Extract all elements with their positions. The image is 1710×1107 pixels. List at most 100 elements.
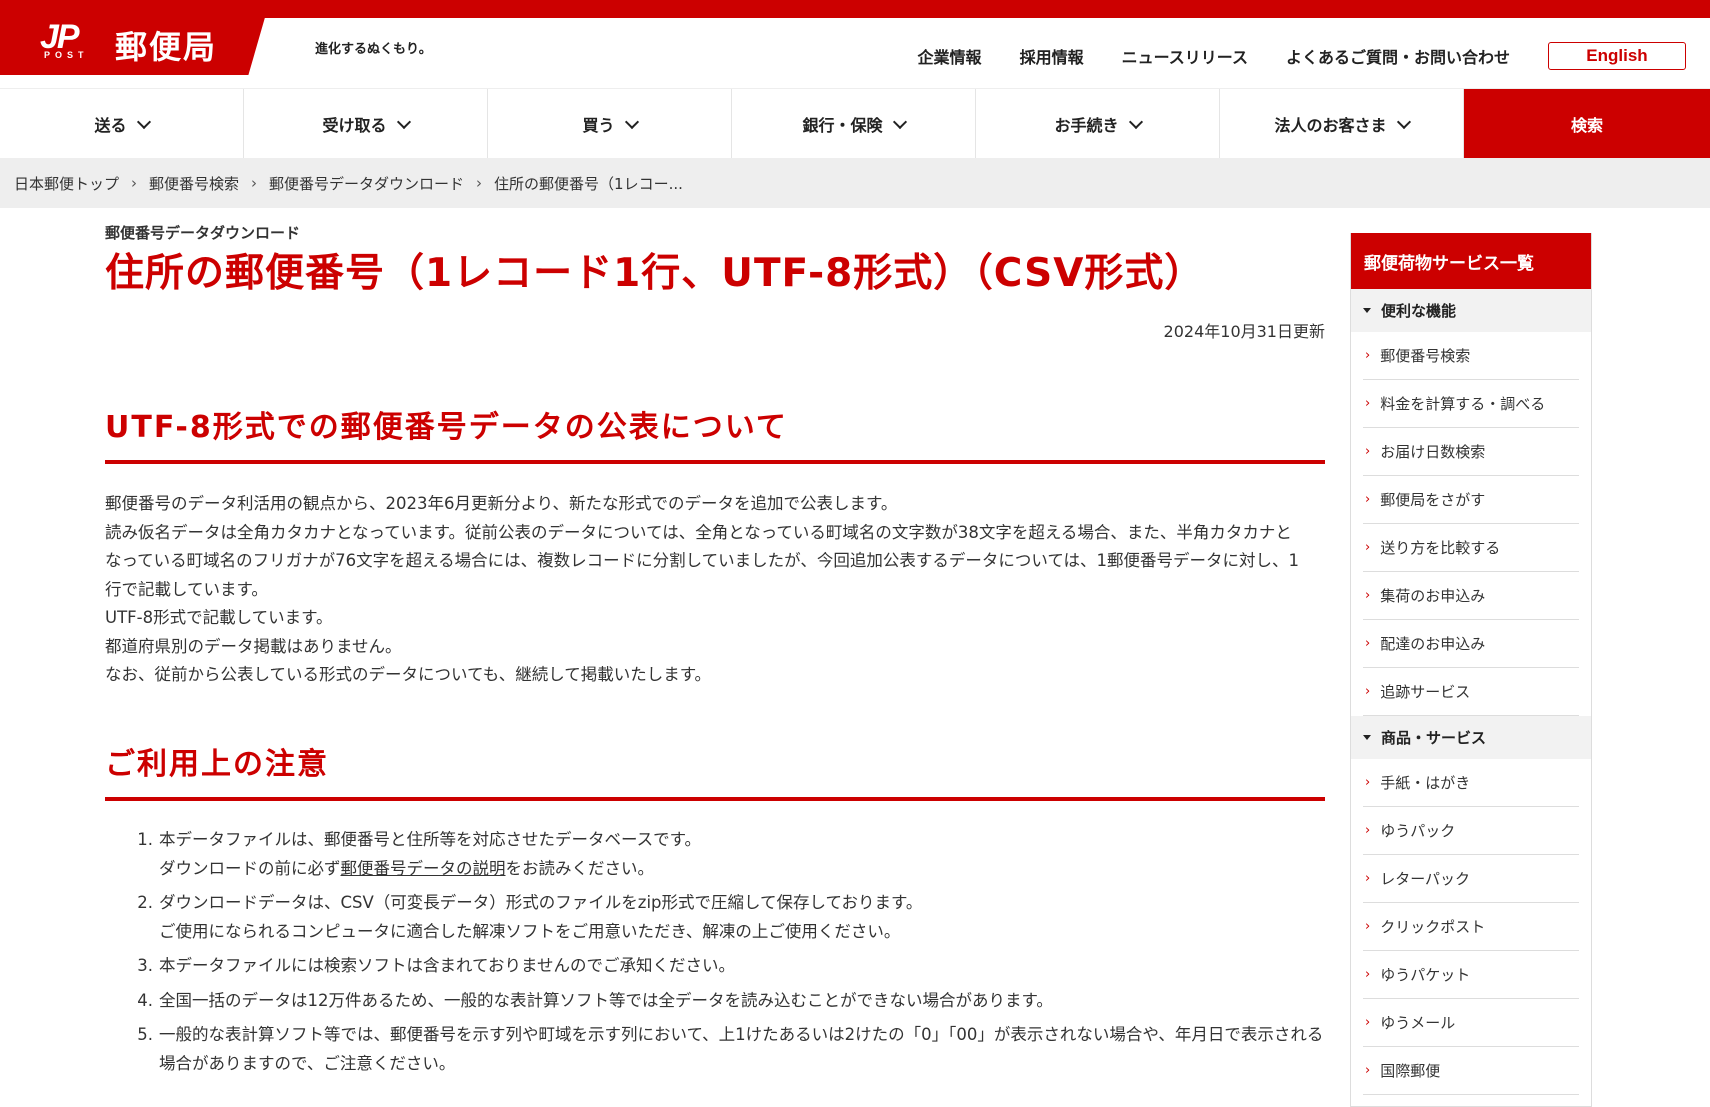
nav-item-receive[interactable]: 受け取る <box>244 89 488 159</box>
chevron-down-icon <box>1128 114 1143 129</box>
nav-label: 法人のお客さま <box>1274 116 1387 135</box>
list-item: 5. 一般的な表計算ソフト等では、郵便番号を示す列や町域を示す列において、上1け… <box>105 1021 1325 1078</box>
sidebar-item-label: 集荷のお申込み <box>1380 587 1486 605</box>
sidebar-item-label: 送り方を比較する <box>1380 539 1501 557</box>
breadcrumb-zipcode-download[interactable]: 郵便番号データダウンロード <box>269 173 464 194</box>
utility-link-corporate[interactable]: 企業情報 <box>918 44 982 68</box>
logo-link[interactable]: JP POST 郵便局 <box>0 0 270 75</box>
chevron-right-icon: › <box>1365 919 1371 934</box>
list-text: 本データファイルは、郵便番号と住所等を対応させたデータベースです。 ダウンロード… <box>159 826 1325 883</box>
list-item: 3. 本データファイルには検索ソフトは含まれておりませんのでご承知ください。 <box>105 952 1325 981</box>
nav-item-bank-insurance[interactable]: 銀行・保険 <box>732 89 976 159</box>
list-text: ダウンロードデータは、CSV（可変長データ）形式のファイルをzip形式で圧縮して… <box>159 889 1325 946</box>
breadcrumb-chevron-icon: › <box>476 174 483 192</box>
sidebar-item-label: ゆうパケット <box>1380 966 1471 984</box>
utility-link-faq[interactable]: よくあるご質問・お問い合わせ <box>1286 44 1510 68</box>
note-line: 本データファイルは、郵便番号と住所等を対応させたデータベースです。 <box>159 830 702 849</box>
sidebar-item-label: 郵便番号検索 <box>1380 347 1471 365</box>
sidebar-item-yupack[interactable]: › ゆうパック <box>1363 807 1579 855</box>
nav-item-send[interactable]: 送る <box>0 89 244 159</box>
breadcrumb: 日本郵便トップ › 郵便番号検索 › 郵便番号データダウンロード › 住所の郵便… <box>0 158 1710 208</box>
utility-link-recruit[interactable]: 採用情報 <box>1020 44 1084 68</box>
search-button[interactable]: 検索 <box>1464 89 1710 159</box>
utility-nav: 企業情報 採用情報 ニュースリリース よくあるご質問・お問い合わせ Englis… <box>880 42 1686 70</box>
nav-item-buy[interactable]: 買う <box>488 89 732 159</box>
logo-name: 郵便局 <box>115 28 218 66</box>
chevron-down-icon <box>892 114 907 129</box>
note-line: をお読みください。 <box>505 858 655 878</box>
triangle-down-icon <box>1363 308 1371 313</box>
logo-post-text: POST <box>44 50 89 60</box>
page-kicker: 郵便番号データダウンロード <box>105 224 301 242</box>
chevron-right-icon: › <box>1365 684 1371 699</box>
page-title: 住所の郵便番号（1レコード1行、UTF-8形式）（CSV形式） <box>105 251 1205 296</box>
chevron-right-icon: › <box>1365 588 1371 603</box>
section-notes-heading-wrap: ご利用上の注意 <box>105 739 1325 801</box>
nav-label: 銀行・保険 <box>802 116 883 135</box>
breadcrumb-home[interactable]: 日本郵便トップ <box>14 173 119 194</box>
chevron-right-icon: › <box>1365 636 1371 651</box>
sidebar-item-label: ゆうメール <box>1380 1014 1456 1032</box>
list-item: 4. 全国一括のデータは12万件あるため、一般的な表計算ソフト等では全データを読… <box>105 987 1325 1016</box>
list-number: 4. <box>137 990 153 1010</box>
chevron-down-icon <box>396 114 411 129</box>
sidebar-item-compare[interactable]: › 送り方を比較する <box>1363 524 1579 572</box>
nav-label: 買う <box>582 116 615 135</box>
paragraph: 郵便番号のデータ利活用の観点から、2023年6月更新分より、新たな形式でのデータ… <box>105 494 898 513</box>
english-button[interactable]: English <box>1548 42 1686 70</box>
section-utf8-heading-wrap: UTF-8形式での郵便番号データの公表について <box>105 402 1325 464</box>
breadcrumb-current: 住所の郵便番号（1レコー... <box>494 174 683 193</box>
chevron-right-icon: › <box>1365 492 1371 507</box>
sidebar-item-rate-calc[interactable]: › 料金を計算する・調べる <box>1363 380 1579 428</box>
sidebar-group-label: 便利な機能 <box>1381 302 1457 320</box>
sidebar-item-find-office[interactable]: › 郵便局をさがす <box>1363 476 1579 524</box>
chevron-right-icon: › <box>1365 348 1371 363</box>
zipcode-data-explanation-link[interactable]: 郵便番号データの説明 <box>341 859 506 878</box>
chevron-right-icon: › <box>1365 967 1371 982</box>
sidebar-item-clickpost[interactable]: › クリックポスト <box>1363 903 1579 951</box>
breadcrumb-zipcode-search[interactable]: 郵便番号検索 <box>149 173 239 194</box>
sidebar-item-label: お届け日数検索 <box>1380 443 1486 461</box>
triangle-down-icon <box>1363 735 1371 740</box>
section-heading-notes: ご利用上の注意 <box>105 739 1325 801</box>
sidebar-item-label: 料金を計算する・調べる <box>1380 395 1546 413</box>
updated-date: 2024年10月31日更新 <box>1163 321 1325 341</box>
chevron-down-icon <box>624 114 639 129</box>
chevron-down-icon <box>136 114 151 129</box>
section-heading-utf8: UTF-8形式での郵便番号データの公表について <box>105 402 1325 464</box>
sidebar-item-tracking[interactable]: › 追跡サービス <box>1363 668 1579 716</box>
sidebar-item-zipcode-search[interactable]: › 郵便番号検索 <box>1363 332 1579 380</box>
utility-link-news[interactable]: ニュースリリース <box>1122 44 1248 68</box>
chevron-down-icon <box>1396 114 1411 129</box>
breadcrumb-chevron-icon: › <box>131 174 138 192</box>
sidebar-item-delivery-days[interactable]: › お届け日数検索 <box>1363 428 1579 476</box>
chevron-right-icon: › <box>1365 775 1371 790</box>
global-nav: 送る 受け取る 買う 銀行・保険 お手続き 法人のお客さま 検索 <box>0 88 1710 159</box>
list-number: 2. <box>137 893 153 912</box>
note-line: ダウンロードデータは、CSV（可変長データ）形式のファイルをzip形式で圧縮して… <box>159 893 923 912</box>
sidebar-group-label: 商品・サービス <box>1381 729 1487 747</box>
note-line: ご使用になられるコンピュータに適合した解凍ソフトをご用意いただき、解凍の上ご使用… <box>159 921 901 941</box>
sidebar-item-yumail[interactable]: › ゆうメール <box>1363 999 1579 1047</box>
paragraph: 読み仮名データは全角カタカナとなっています。従前公表のデータについては、全角とな… <box>105 522 1300 599</box>
paragraph: 都道府県別のデータ掲載はありません。 <box>105 636 402 656</box>
sidebar-item-label: クリックポスト <box>1380 918 1486 936</box>
sidebar-item-letters[interactable]: › 手紙・はがき <box>1363 759 1579 807</box>
chevron-right-icon: › <box>1365 871 1371 886</box>
chevron-right-icon: › <box>1365 396 1371 411</box>
sidebar-item-international[interactable]: › 国際郵便 <box>1363 1047 1579 1095</box>
sidebar-group-products[interactable]: 商品・サービス <box>1351 716 1591 759</box>
notes-list: 1. 本データファイルは、郵便番号と住所等を対応させたデータベースです。 ダウン… <box>105 826 1325 1084</box>
sidebar-item-label: ゆうパック <box>1380 822 1456 840</box>
section-utf8-body: 郵便番号のデータ利活用の観点から、2023年6月更新分より、新たな形式でのデータ… <box>105 490 1305 690</box>
sidebar-item-pickup[interactable]: › 集荷のお申込み <box>1363 572 1579 620</box>
paragraph: なお、従前から公表している形式のデータについても、継続して掲載いたします。 <box>105 665 712 684</box>
sidebar-item-letterpack[interactable]: › レターパック <box>1363 855 1579 903</box>
nav-item-procedures[interactable]: お手続き <box>976 89 1220 159</box>
list-number: 3. <box>137 956 153 975</box>
sidebar-group-features[interactable]: 便利な機能 <box>1351 289 1591 332</box>
nav-item-business[interactable]: 法人のお客さま <box>1220 89 1464 159</box>
sidebar-item-yupacket[interactable]: › ゆうパケット <box>1363 951 1579 999</box>
sidebar-item-redelivery[interactable]: › 配達のお申込み <box>1363 620 1579 668</box>
tagline: 進化するぬくもり。 <box>315 42 432 57</box>
